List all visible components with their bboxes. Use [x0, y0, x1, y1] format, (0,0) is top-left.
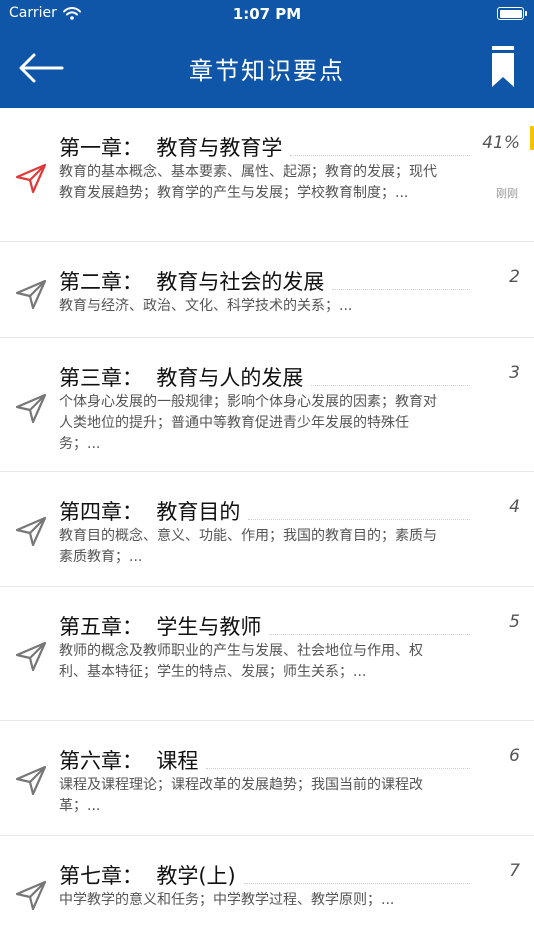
paper-plane-icon: [15, 880, 47, 911]
chapter-title: 第一章： 教育与教育学: [59, 136, 283, 160]
chapter-number: 7: [509, 861, 520, 881]
chapter-row-4[interactable]: 第四章： 教育目的 4 教育目的概念、意义、功能、作用；我国的教育目的；素质与素…: [0, 472, 534, 587]
dotted-leader: [332, 289, 470, 290]
dotted-leader: [248, 519, 470, 520]
progress-marker: [530, 126, 534, 150]
paper-plane-icon: [15, 765, 47, 796]
status-bar: Carrier 1:07 PM: [0, 0, 534, 28]
chapter-row-6[interactable]: 第六章： 课程 6 课程及课程理论；课程改革的发展趋势；我国当前的课程改革；..…: [0, 721, 534, 836]
chapter-progress: 41%: [482, 133, 520, 153]
chapter-title: 第三章： 教育与人的发展: [59, 366, 304, 390]
dotted-leader: [206, 768, 470, 769]
chapter-description: 教育与经济、政治、文化、科学技术的关系；...: [59, 298, 353, 314]
chapter-title: 第二章： 教育与社会的发展: [59, 270, 325, 294]
bookmark-button[interactable]: [492, 46, 514, 88]
chapter-title: 第七章： 教学(上): [59, 864, 236, 888]
paper-plane-icon: [15, 279, 47, 310]
chapter-number: 5: [509, 612, 520, 632]
chapter-row-5[interactable]: 第五章： 学生与教师 5 教师的概念及教师职业的产生与发展、社会地位与作用、权利…: [0, 587, 534, 721]
dotted-leader: [311, 385, 470, 386]
paper-plane-icon: [15, 163, 47, 194]
recent-read-label: 刚刚: [496, 187, 518, 200]
chapter-number: 2: [509, 267, 520, 287]
paper-plane-icon: [15, 516, 47, 547]
dotted-leader: [243, 883, 470, 884]
chapter-description: 课程及课程理论；课程改革的发展趋势；我国当前的课程改革；...: [59, 777, 423, 814]
chapter-number: 3: [509, 363, 520, 383]
chapter-description: 中学教学的意义和任务；中学教学过程、教学原则；...: [59, 892, 395, 908]
nav-bar: 章节知识要点: [0, 28, 534, 108]
page-title: 章节知识要点: [189, 57, 345, 85]
bookmark-icon: [492, 46, 514, 87]
chapter-description: 教师的概念及教师职业的产生与发展、社会地位与作用、权利、基本特征；学生的特点、发…: [59, 643, 423, 680]
battery-icon: [497, 7, 527, 20]
chapter-row-1[interactable]: 第一章： 教育与教育学 41% 教育的基本概念、基本要素、属性、起源；教育的发展…: [0, 108, 534, 242]
chapter-description: 教育的基本概念、基本要素、属性、起源；教育的发展；现代教育发展趋势；教育学的产生…: [59, 164, 437, 201]
dotted-leader: [269, 634, 470, 635]
chapter-description: 个体身心发展的一般规律；影响个体身心发展的因素；教育对人类地位的提升；普通中等教…: [59, 394, 437, 452]
chapter-title: 第六章： 课程: [59, 749, 199, 773]
chapter-number: 4: [509, 497, 520, 517]
paper-plane-icon: [15, 641, 47, 672]
chapter-title: 第四章： 教育目的: [59, 500, 241, 524]
paper-plane-icon: [15, 393, 47, 424]
chapter-row-7[interactable]: 第七章： 教学(上) 7 中学教学的意义和任务；中学教学过程、教学原则；...: [0, 836, 534, 948]
chapter-list: 第一章： 教育与教育学 41% 教育的基本概念、基本要素、属性、起源；教育的发展…: [0, 108, 534, 948]
chapter-number: 6: [509, 746, 520, 766]
status-time: 1:07 PM: [232, 5, 302, 23]
chapter-description: 教育目的概念、意义、功能、作用；我国的教育目的；素质与素质教育；...: [59, 528, 437, 565]
dotted-leader: [290, 155, 470, 156]
chapter-title: 第五章： 学生与教师: [59, 615, 262, 639]
chapter-row-2[interactable]: 第二章： 教育与社会的发展 2 教育与经济、政治、文化、科学技术的关系；...: [0, 242, 534, 338]
chapter-row-3[interactable]: 第三章： 教育与人的发展 3 个体身心发展的一般规律；影响个体身心发展的因素；教…: [0, 338, 534, 472]
